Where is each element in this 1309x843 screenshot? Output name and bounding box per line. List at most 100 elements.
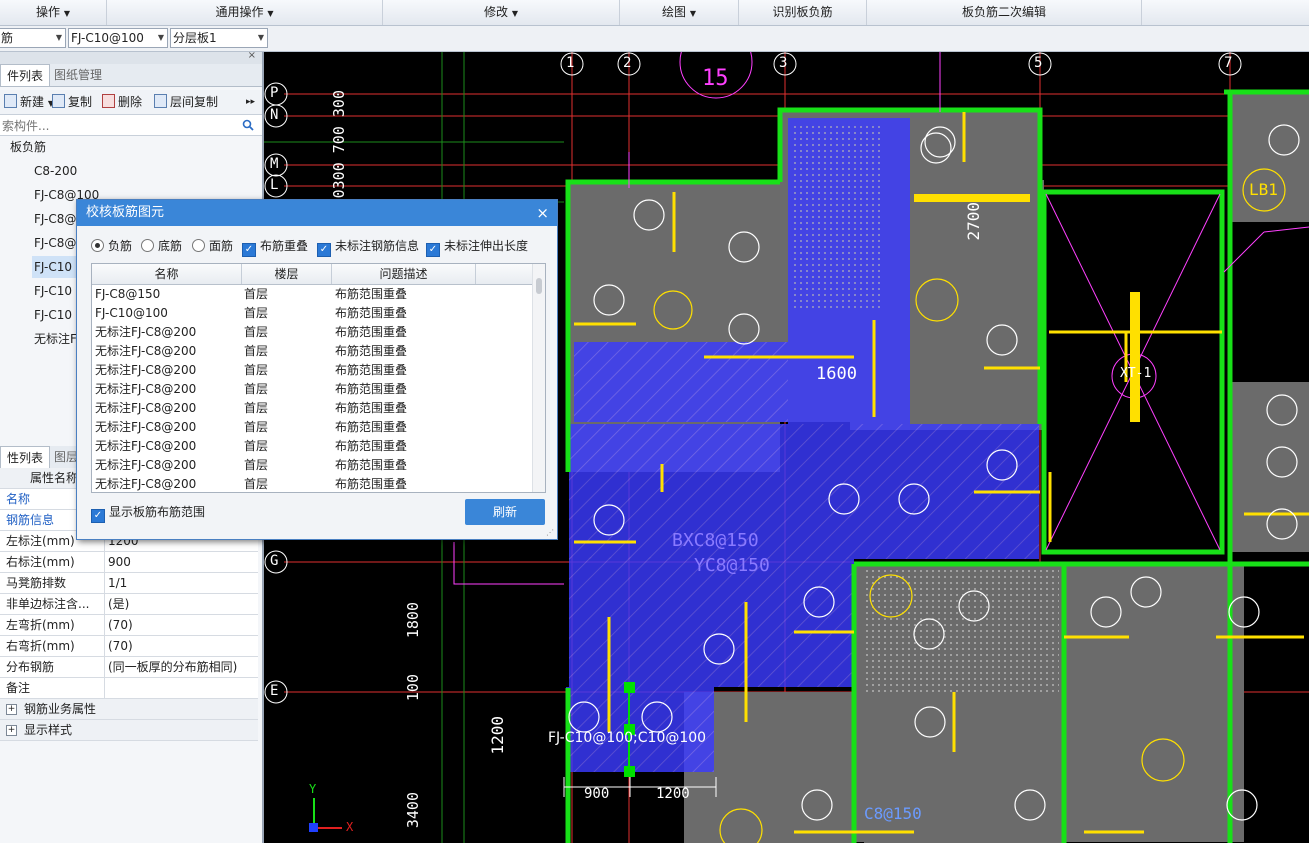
refresh-button[interactable]: 刷新 bbox=[465, 499, 545, 525]
check-show-range[interactable]: ✓ 显示板筋布筋范围 bbox=[91, 504, 205, 523]
property-group[interactable]: + 显示样式 bbox=[0, 720, 258, 741]
dim-text-1800: 1800 bbox=[404, 602, 422, 639]
issue-row[interactable]: 无标注FJ-C8@200 首层 布筋范围重叠 bbox=[92, 456, 532, 475]
issue-row-floor: 首层 bbox=[244, 363, 269, 377]
property-row[interactable]: 分布钢筋 (同一板厚的分布筋相同) bbox=[0, 657, 258, 678]
issue-row-description: 布筋范围重叠 bbox=[335, 325, 408, 339]
tree-item[interactable]: 板负筋 bbox=[10, 136, 46, 158]
radio-bottom-label: 底筋 bbox=[158, 239, 183, 253]
menu-secondary-edit[interactable]: 板负筋二次编辑 bbox=[867, 0, 1142, 25]
menu-operation-label: 操作 bbox=[36, 5, 61, 19]
issue-row[interactable]: 无标注FJ-C8@200 首层 布筋范围重叠 bbox=[92, 437, 532, 456]
issue-row[interactable]: FJ-C10@100 首层 布筋范围重叠 bbox=[92, 304, 532, 323]
property-row[interactable]: 左弯折(mm) (70) bbox=[0, 615, 258, 636]
tree-item[interactable]: FJ-C10 bbox=[32, 256, 78, 278]
column-header-name[interactable]: 名称 bbox=[92, 264, 242, 284]
property-row[interactable]: 马凳筋排数 1/1 bbox=[0, 573, 258, 594]
dim-text-900: 900 bbox=[584, 786, 610, 802]
radio-top-label: 面筋 bbox=[209, 239, 234, 253]
property-key: 非单边标注含... bbox=[6, 597, 90, 611]
issue-row[interactable]: 无标注FJ-C8@200 首层 布筋范围重叠 bbox=[92, 418, 532, 437]
issue-row-name: 无标注FJ-C8@200 bbox=[95, 401, 197, 415]
issue-row-floor: 首层 bbox=[244, 439, 269, 453]
tree-item[interactable]: C8-200 bbox=[34, 160, 77, 182]
copy-button[interactable]: 复制 bbox=[52, 93, 92, 111]
chevron-down-icon: ▼ bbox=[63, 9, 70, 18]
tree-item[interactable]: FJ-C10 bbox=[34, 280, 72, 302]
issue-row-floor: 首层 bbox=[244, 477, 269, 491]
issue-grid-scrollbar[interactable] bbox=[532, 264, 545, 492]
new-button[interactable]: 新建 ▼ bbox=[4, 93, 54, 111]
column-header-issue[interactable]: 问题描述 bbox=[332, 264, 476, 284]
issue-row-description: 布筋范围重叠 bbox=[335, 401, 408, 415]
property-row[interactable]: 非单边标注含... (是) bbox=[0, 594, 258, 615]
property-value[interactable]: (同一板厚的分布筋相同) bbox=[104, 657, 258, 678]
type-combo[interactable]: 筋 ▼ bbox=[0, 28, 66, 48]
tab-component-list[interactable]: 件列表 bbox=[0, 64, 51, 86]
issue-row-name: 无标注FJ-C8@200 bbox=[95, 325, 197, 339]
property-row[interactable]: 右弯折(mm) (70) bbox=[0, 636, 258, 657]
more-icon[interactable]: ▸▸ bbox=[246, 93, 255, 111]
tree-item[interactable]: FJ-C8@ bbox=[34, 232, 76, 254]
dim-text-1600: 1600 bbox=[816, 364, 857, 384]
check-missing-info[interactable]: ✓ 未标注钢筋信息 bbox=[317, 238, 419, 257]
expand-icon[interactable]: + bbox=[6, 704, 17, 715]
tab-property-list[interactable]: 性列表 bbox=[0, 446, 51, 468]
layer-combo[interactable]: 分层板1 ▼ bbox=[170, 28, 268, 48]
copy-button-label: 复制 bbox=[68, 95, 93, 109]
issue-row[interactable]: FJ-C8@150 首层 布筋范围重叠 bbox=[92, 285, 532, 304]
property-row[interactable]: 备注 bbox=[0, 678, 258, 699]
menu-operation[interactable]: 操作 ▼ bbox=[0, 0, 107, 25]
axis-label-top-5: 5 bbox=[1034, 55, 1043, 71]
delete-button[interactable]: 删除 bbox=[102, 93, 142, 111]
issue-row[interactable]: 无标注FJ-C8@200 首层 布筋范围重叠 bbox=[92, 323, 532, 342]
close-icon[interactable]: × bbox=[248, 50, 256, 61]
menu-general-operation[interactable]: 通用操作 ▼ bbox=[107, 0, 383, 25]
radio-bottom-rebar[interactable]: 底筋 bbox=[141, 238, 182, 254]
tab-drawing-management[interactable]: 图纸管理 bbox=[48, 64, 108, 86]
top-axis-bubbles bbox=[560, 52, 1242, 76]
search-icon[interactable] bbox=[242, 119, 254, 131]
issue-row[interactable]: 无标注FJ-C8@200 首层 布筋范围重叠 bbox=[92, 475, 532, 492]
issue-row[interactable]: 无标注FJ-C8@200 首层 布筋范围重叠 bbox=[92, 380, 532, 399]
tree-item[interactable]: 无标注F bbox=[34, 328, 77, 350]
component-combo[interactable]: FJ-C10@100 ▼ bbox=[68, 28, 168, 48]
issue-row-description: 布筋范围重叠 bbox=[335, 306, 408, 320]
scrollbar-thumb[interactable] bbox=[536, 278, 542, 294]
floor-copy-button[interactable]: 层间复制 bbox=[154, 93, 218, 111]
refresh-button-label: 刷新 bbox=[492, 505, 517, 519]
radio-negative-rebar[interactable]: 负筋 bbox=[91, 238, 132, 254]
tree-item[interactable]: FJ-C10 bbox=[34, 304, 72, 326]
close-icon[interactable]: × bbox=[536, 200, 549, 226]
issue-row-description: 布筋范围重叠 bbox=[335, 458, 408, 472]
expand-icon[interactable]: + bbox=[6, 725, 17, 736]
chevron-down-icon: ▼ bbox=[267, 9, 274, 18]
issue-row[interactable]: 无标注FJ-C8@200 首层 布筋范围重叠 bbox=[92, 399, 532, 418]
dialog-title-bar[interactable]: 校核板筋图元 bbox=[77, 200, 557, 226]
menu-recognize-label: 识别板负筋 bbox=[772, 5, 833, 19]
menu-recognize-negative-rebar[interactable]: 识别板负筋 bbox=[739, 0, 867, 25]
tree-item[interactable]: FJ-C8@ bbox=[34, 208, 76, 230]
property-row[interactable]: 右标注(mm) 900 bbox=[0, 552, 258, 573]
radio-top-rebar[interactable]: 面筋 bbox=[192, 238, 233, 254]
property-value[interactable]: 900 bbox=[104, 552, 258, 573]
ucs-x-label: X bbox=[346, 820, 354, 834]
property-group[interactable]: + 钢筋业务属性 bbox=[0, 699, 258, 720]
column-header-floor[interactable]: 楼层 bbox=[242, 264, 332, 284]
check-missing-length[interactable]: ✓ 未标注伸出长度 bbox=[426, 238, 528, 257]
issue-row[interactable]: 无标注FJ-C8@200 首层 布筋范围重叠 bbox=[92, 342, 532, 361]
menu-draw[interactable]: 绘图 ▼ bbox=[620, 0, 739, 25]
component-tabs: 件列表 图纸管理 bbox=[0, 64, 262, 87]
property-value[interactable]: (70) bbox=[104, 636, 258, 657]
issue-grid: 名称 楼层 问题描述 FJ-C8@150 首层 布筋范围重叠 FJ-C10@100 首层… bbox=[91, 263, 546, 493]
resize-grip-icon[interactable]: ⋰ bbox=[546, 528, 554, 537]
component-search-input[interactable] bbox=[0, 116, 234, 136]
property-value[interactable]: 1/1 bbox=[104, 573, 258, 594]
issue-row-name: 无标注FJ-C8@200 bbox=[95, 458, 197, 472]
check-overlap[interactable]: ✓ 布筋重叠 bbox=[242, 238, 308, 257]
issue-row[interactable]: 无标注FJ-C8@200 首层 布筋范围重叠 bbox=[92, 361, 532, 380]
property-value[interactable] bbox=[104, 678, 258, 699]
property-value[interactable]: (70) bbox=[104, 615, 258, 636]
menu-modify[interactable]: 修改 ▼ bbox=[383, 0, 620, 25]
property-value[interactable]: (是) bbox=[104, 594, 258, 615]
